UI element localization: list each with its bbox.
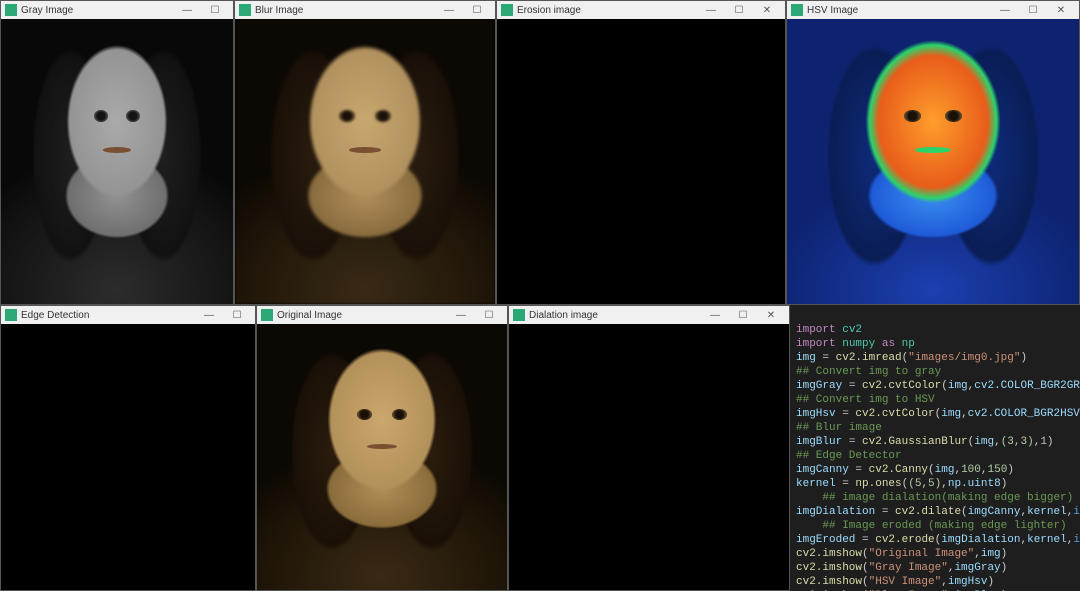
window-erosion-image: Erosion image — ☐ ✕: [496, 0, 786, 305]
minimize-button[interactable]: —: [697, 1, 725, 19]
close-button[interactable]: ✕: [753, 1, 781, 19]
window-title: Dialation image: [529, 310, 701, 321]
titlebar[interactable]: Edge Detection — ☐: [1, 306, 255, 324]
opencv-icon: [501, 4, 513, 16]
image-view: [1, 324, 255, 590]
opencv-icon: [261, 309, 273, 321]
titlebar[interactable]: Gray Image — ☐: [1, 1, 233, 19]
minimize-button[interactable]: —: [447, 306, 475, 324]
window-title: Gray Image: [21, 5, 173, 16]
minimize-button[interactable]: —: [195, 306, 223, 324]
window-gray-image: Gray Image — ☐: [0, 0, 234, 305]
opencv-icon: [5, 4, 17, 16]
window-original-image: Original Image — ☐: [256, 305, 508, 591]
titlebar[interactable]: Original Image — ☐: [257, 306, 507, 324]
image-view: [1, 19, 233, 304]
opencv-icon: [791, 4, 803, 16]
close-button[interactable]: ✕: [1047, 1, 1075, 19]
window-title: HSV Image: [807, 5, 991, 16]
image-view: [509, 324, 789, 590]
maximize-button[interactable]: ☐: [463, 1, 491, 19]
minimize-button[interactable]: —: [173, 1, 201, 19]
window-title: Original Image: [277, 310, 447, 321]
minimize-button[interactable]: —: [991, 1, 1019, 19]
titlebar[interactable]: Dialation image — ☐ ✕: [509, 306, 789, 324]
opencv-icon: [5, 309, 17, 321]
maximize-button[interactable]: ☐: [1019, 1, 1047, 19]
close-button[interactable]: ✕: [757, 306, 785, 324]
maximize-button[interactable]: ☐: [729, 306, 757, 324]
code-editor[interactable]: import cv2 import numpy as np img = cv2.…: [790, 305, 1080, 591]
window-edge-detection: Edge Detection — ☐: [0, 305, 256, 591]
image-view: [497, 19, 785, 304]
image-view: [787, 19, 1079, 304]
titlebar[interactable]: HSV Image — ☐ ✕: [787, 1, 1079, 19]
minimize-button[interactable]: —: [435, 1, 463, 19]
window-blur-image: Blur Image — ☐: [234, 0, 496, 305]
maximize-button[interactable]: ☐: [201, 1, 229, 19]
titlebar[interactable]: Blur Image — ☐: [235, 1, 495, 19]
window-dilation-image: Dialation image — ☐ ✕: [508, 305, 790, 591]
window-hsv-image: HSV Image — ☐ ✕: [786, 0, 1080, 305]
titlebar[interactable]: Erosion image — ☐ ✕: [497, 1, 785, 19]
window-title: Erosion image: [517, 5, 697, 16]
opencv-icon: [239, 4, 251, 16]
maximize-button[interactable]: ☐: [475, 306, 503, 324]
maximize-button[interactable]: ☐: [223, 306, 251, 324]
opencv-icon: [513, 309, 525, 321]
image-view: [257, 324, 507, 590]
minimize-button[interactable]: —: [701, 306, 729, 324]
window-title: Blur Image: [255, 5, 435, 16]
maximize-button[interactable]: ☐: [725, 1, 753, 19]
window-title: Edge Detection: [21, 310, 195, 321]
image-view: [235, 19, 495, 304]
